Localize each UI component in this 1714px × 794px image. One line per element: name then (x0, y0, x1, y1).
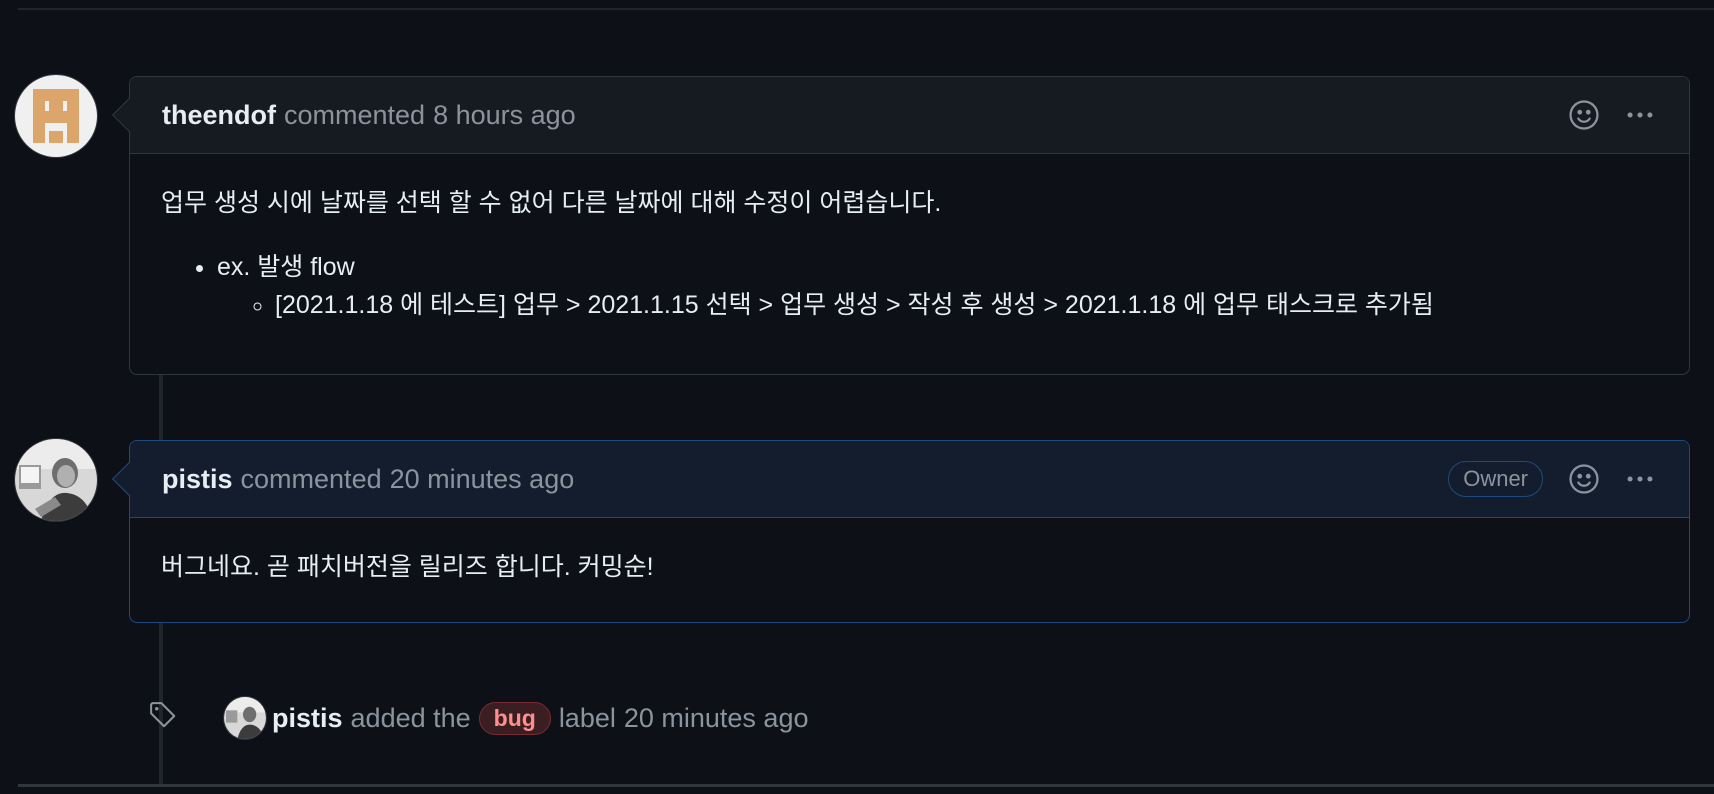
event-time[interactable]: 20 minutes ago (624, 703, 809, 734)
sub-list: [2021.1.18 에 테스트] 업무 > 2021.1.15 선택 > 업무… (217, 286, 1658, 324)
event-avatar[interactable] (224, 697, 266, 739)
comment-header: pistis commented 20 minutes ago Owner (112, 441, 1689, 518)
comment-author[interactable]: pistis (162, 464, 233, 495)
comment-body: 업무 생성 시에 날짜를 선택 할 수 없어 다른 날짜에 대해 수정이 어렵습… (130, 154, 1689, 354)
comment-time[interactable]: 20 minutes ago (390, 464, 575, 494)
comment-arrow (112, 462, 146, 496)
top-divider (18, 8, 1714, 10)
comment-time[interactable]: 8 hours ago (433, 100, 576, 130)
tag-icon (148, 700, 224, 737)
comment-arrow (112, 98, 146, 132)
bottom-divider (18, 784, 1714, 787)
event-text-after: label (558, 702, 616, 733)
comment-action: commented (240, 463, 382, 494)
comment-meta: commented 8 hours ago (284, 100, 576, 131)
smiley-icon[interactable] (1567, 462, 1601, 496)
timeline-line (159, 374, 163, 440)
smiley-icon[interactable] (1567, 98, 1601, 132)
avatar-pistis[interactable] (15, 439, 97, 521)
comment-body: 버그네요. 곧 패치버전을 릴리즈 합니다. 커밍순! (130, 518, 1689, 616)
event-actor[interactable]: pistis (272, 703, 343, 734)
comment-meta: commented 20 minutes ago (241, 464, 575, 495)
comment-text: 업무 생성 시에 날짜를 선택 할 수 없어 다른 날짜에 대해 수정이 어렵습… (161, 189, 942, 217)
comment-list: ex. 발생 flow [2021.1.18 에 테스트] 업무 > 2021.… (161, 248, 1658, 324)
list-item-text: ex. 발생 flow (217, 253, 355, 281)
comment-author[interactable]: theendof (162, 100, 276, 131)
comment-text: 버그네요. 곧 패치버전을 릴리즈 합니다. 커밍순! (161, 553, 654, 581)
event-text-before: added the (350, 702, 471, 733)
comment-header: theendof commented 8 hours ago (112, 77, 1689, 154)
avatar-theendof[interactable] (15, 75, 97, 157)
bug-label[interactable]: bug (478, 701, 551, 735)
comment-theendof: theendof commented 8 hours ago 업무 생성 시에 날… (112, 76, 1690, 375)
kebab-menu-icon[interactable] (1623, 462, 1657, 496)
owner-badge: Owner (1448, 461, 1543, 497)
comment-pistis: pistis commented 20 minutes ago Owner 버그네… (112, 440, 1690, 623)
kebab-menu-icon[interactable] (1623, 98, 1657, 132)
sub-list-item: [2021.1.18 에 테스트] 업무 > 2021.1.15 선택 > 업무… (275, 286, 1658, 324)
comment-action: commented (284, 99, 426, 130)
label-event: pistis added the bug label 20 minutes ag… (148, 694, 1548, 742)
list-item: ex. 발생 flow [2021.1.18 에 테스트] 업무 > 2021.… (217, 248, 1658, 324)
